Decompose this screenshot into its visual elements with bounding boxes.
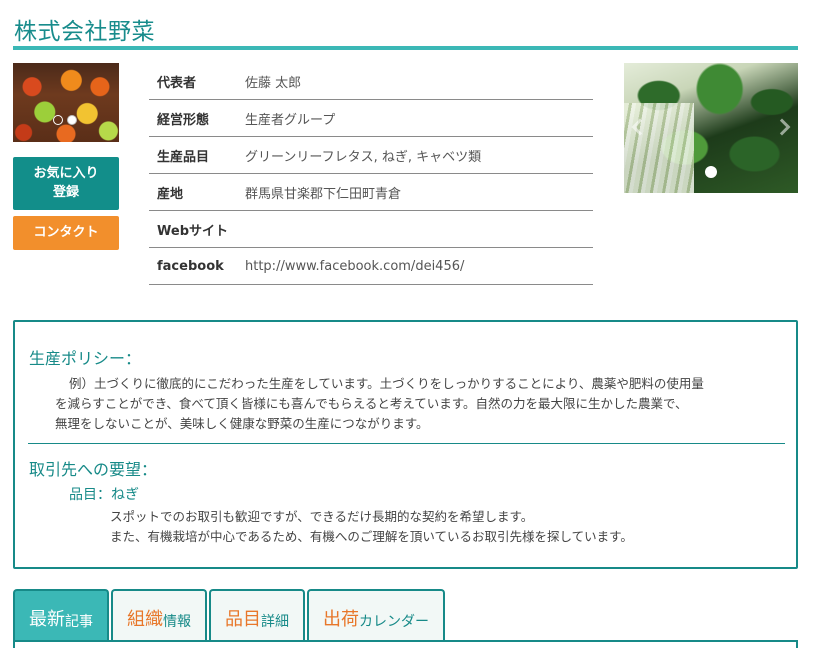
tab-label-big: 組織: [127, 609, 163, 630]
title-divider: [13, 46, 798, 50]
carousel-dot-icon[interactable]: [53, 115, 63, 125]
info-label: facebook: [157, 258, 224, 274]
info-row-website: Webサイト: [149, 211, 593, 248]
company-title: 株式会社野菜: [14, 19, 155, 45]
request-line: スポットでのお取引も歓迎ですが、できるだけ長期的な契約を希望します。: [110, 509, 534, 524]
chevron-right-icon[interactable]: [773, 118, 791, 136]
info-label: 経営形態: [157, 112, 210, 128]
policy-heading: 生産ポリシー：: [29, 349, 142, 368]
policy-divider: [28, 443, 785, 444]
info-row-origin: 産地 群馬県甘楽郡下仁田町青倉: [149, 174, 593, 211]
content-tabs: 最新 記事 組織 情報 品目 詳細 出荷 カレンダー: [13, 589, 445, 641]
policy-line: 例）土づくりに徹底的にこだわった生産をしています。土づくりをしっかりすることによ…: [69, 376, 704, 391]
tab-label-small: 詳細: [261, 614, 289, 630]
policy-line: を減らすことができ、食べて頂く皆様にも喜んでもらえると考えています。自然の力を最…: [55, 396, 688, 411]
tab-latest-articles[interactable]: 最新 記事: [13, 589, 109, 641]
info-row-products: 生産品目 グリーンリーフレタス, ねぎ, キャベツ類: [149, 137, 593, 174]
info-row-representative: 代表者 佐藤 太郎: [149, 63, 593, 100]
tab-organization-info[interactable]: 組織 情報: [111, 589, 207, 641]
request-item-title: 品目：ねぎ: [69, 487, 139, 503]
info-value: 佐藤 太郎: [245, 75, 302, 91]
tab-label-big: 最新: [29, 609, 65, 630]
tab-label-big: 出荷: [323, 609, 359, 630]
policy-line: 無理をしないことが、美味しく健康な野菜の生産につながります。: [55, 416, 429, 431]
carousel-dots-left: [53, 115, 77, 125]
policy-box: 生産ポリシー： 例）土づくりに徹底的にこだわった生産をしています。土づくりをしっ…: [13, 320, 798, 569]
tab-product-details[interactable]: 品目 詳細: [209, 589, 305, 641]
info-row-business-type: 経営形態 生産者グループ: [149, 100, 593, 137]
favorite-label-line1: お気に入り: [33, 166, 99, 181]
info-value: グリーンリーフレタス, ねぎ, キャベツ類: [245, 149, 482, 165]
tab-label-small: 情報: [163, 614, 191, 630]
photo-stalks: [624, 103, 694, 193]
request-line: また、有機栽培が中心であるため、有機へのご理解を頂いているお取引先様を探していま…: [110, 529, 633, 544]
request-heading: 取引先への要望：: [29, 460, 158, 479]
tab-label-small: 記事: [65, 614, 93, 630]
carousel-dot-active-icon[interactable]: [705, 166, 717, 178]
info-value: 生産者グループ: [245, 112, 336, 128]
favorite-label-line2: 登録: [52, 185, 79, 200]
info-label: 生産品目: [157, 149, 210, 165]
contact-button[interactable]: コンタクト: [13, 216, 119, 250]
facebook-link[interactable]: http://www.facebook.com/dei456/: [245, 259, 464, 274]
info-label: 産地: [157, 186, 184, 202]
company-info-table: 代表者 佐藤 太郎 経営形態 生産者グループ 生産品目 グリーンリーフレタス, …: [149, 63, 593, 285]
tab-panel: [13, 640, 798, 648]
request-text: スポットでのお取引も歓迎ですが、できるだけ長期的な契約を希望します。 また、有機…: [110, 507, 633, 547]
info-row-facebook: facebook http://www.facebook.com/dei456/: [149, 248, 593, 285]
tab-label-big: 品目: [225, 609, 261, 630]
info-label: 代表者: [157, 75, 197, 91]
info-label: Webサイト: [157, 223, 228, 239]
produce-photo-carousel-left[interactable]: [13, 63, 119, 142]
carousel-dot-active-icon[interactable]: [67, 115, 77, 125]
info-value: 群馬県甘楽郡下仁田町青倉: [245, 186, 402, 202]
add-favorite-button[interactable]: お気に入り 登録: [13, 157, 119, 210]
tab-label-small: カレンダー: [359, 614, 429, 630]
policy-text: 例）土づくりに徹底的にこだわった生産をしています。土づくりをしっかりすることによ…: [55, 374, 785, 434]
tab-shipping-calendar[interactable]: 出荷 カレンダー: [307, 589, 445, 641]
